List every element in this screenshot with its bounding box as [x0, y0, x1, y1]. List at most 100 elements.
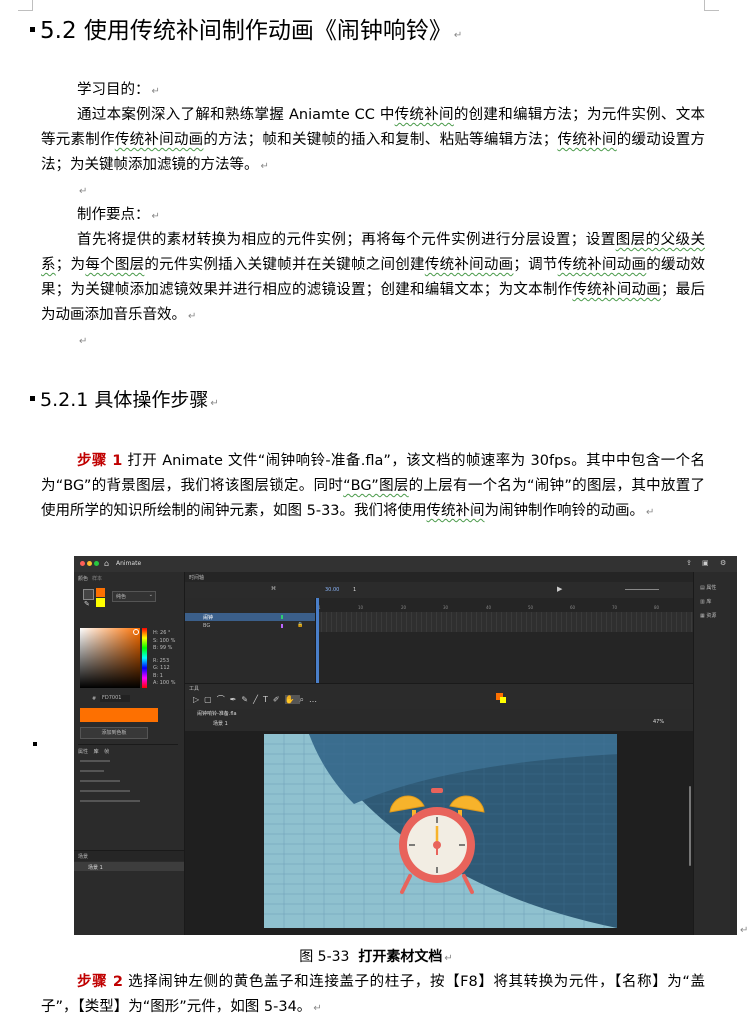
more-tools-icon[interactable]: … [309, 695, 322, 704]
empty-line: ↵ [79, 186, 88, 197]
figure-bullet [33, 742, 37, 746]
animate-screenshot: ⌂ Animate ⇪ ▣ ⚙ 颜色 样本 ✎ 纯色 ⌄ H: 26 ° S: 1… [74, 556, 737, 935]
hex-input[interactable]: FD7001 [100, 695, 130, 702]
play-icon[interactable]: ▶ [557, 585, 562, 593]
props-placeholder [80, 756, 150, 816]
layer-color-chip [281, 624, 283, 628]
dock-item-library[interactable]: ▥ 库 [700, 598, 711, 605]
hand-tool-icon[interactable]: ✋ [284, 695, 300, 704]
points-paragraph: 首先将提供的素材转换为相应的元件实例；再将每个元件实例进行分层设置；设置图层的父… [41, 232, 706, 323]
hex-label: # [92, 696, 97, 702]
frame-ruler: 1 10 20 30 40 50 60 70 80 [318, 605, 660, 610]
frame-grid[interactable] [316, 612, 693, 632]
stroke-icon[interactable] [83, 589, 94, 600]
scene-item-label: 场景 1 [88, 865, 103, 871]
color-mode-value: 纯色 [116, 594, 127, 600]
hsb-values: H: 26 ° S: 100 % B: 99 % R: 253 G: 112 B: 1 … [153, 630, 176, 686]
corner-mark-left [18, 0, 33, 11]
timeline-panel: 时间轴 ⌘ 30.00 1 ▶ 闹钟 BG 🔒 1 10 20 30 40 50 60 70 8… [185, 572, 693, 683]
hue-slider[interactable] [142, 628, 147, 688]
scene-item[interactable]: 场景 1 [74, 862, 184, 871]
library-icon: ▥ [700, 599, 705, 605]
onion-icon[interactable]: ⌘ [271, 586, 276, 592]
selection-tool-icon[interactable]: ▷ [193, 695, 204, 704]
layer-list: 闹钟 BG 🔒 [185, 598, 316, 683]
tab-frame[interactable]: 帧 [104, 749, 109, 755]
step1-paragraph: 步骤 1 打开 Animate 文件“闹钟响铃-准备.fla”，该文档的帧速率为… [41, 453, 706, 519]
playhead[interactable] [316, 598, 319, 683]
tab-library[interactable]: 库 [94, 749, 99, 755]
close-dot[interactable] [80, 561, 85, 566]
corner-mark-right [704, 0, 719, 11]
minimize-dot[interactable] [87, 561, 92, 566]
stroke-swatch[interactable] [96, 588, 105, 597]
points-label: 制作要点： ↵ [77, 207, 160, 223]
tools-title: 工具 [189, 686, 200, 692]
goal-paragraph: 通过本案例深入了解和熟练掌握 Aniamte CC 中传统补间的创建和编辑方法；… [41, 107, 706, 173]
dock-item-assets[interactable]: ▦ 资源 [700, 612, 716, 619]
home-icon[interactable]: ⌂ [104, 559, 109, 568]
heading-bullet [30, 396, 35, 401]
right-dock: ▤ 属性 ▥ 库 ▦ 资源 [693, 572, 737, 935]
scene-panel-title: 场景 [78, 854, 89, 860]
pen-tool-icon[interactable]: ✒ [230, 695, 242, 704]
layer-row[interactable]: BG 🔒 [185, 622, 315, 630]
stage-scrollbar[interactable] [689, 786, 691, 866]
layout-icon[interactable]: ▣ [702, 559, 709, 567]
fill-color-chip[interactable] [500, 697, 506, 703]
add-swatch-label: 添加到色板 [101, 730, 127, 736]
zoom-input[interactable]: 47% [653, 719, 664, 725]
lasso-tool-icon[interactable]: ⌒ [217, 695, 230, 704]
layer-name-bg: BG [203, 623, 211, 629]
color-preview [80, 708, 158, 722]
pencil-icon: ✎ [84, 600, 90, 608]
subselect-tool-icon[interactable]: ▢ [204, 695, 217, 704]
properties-icon: ▤ [700, 585, 705, 591]
tab-swatches[interactable]: 样本 [92, 575, 102, 582]
scene-selector[interactable]: 场景 1 [213, 720, 228, 727]
timeline-toolbar: ⌘ 30.00 1 ▶ [185, 582, 693, 598]
zoom-tool-icon[interactable]: ⌕ [300, 695, 309, 704]
document-bar: 闹钟响铃-准备.fla 场景 1 47% [185, 709, 693, 731]
props-tabs: 属性 库 帧 [78, 744, 178, 755]
stage-canvas[interactable] [264, 734, 617, 928]
timeline-title: 时间轴 [189, 575, 205, 581]
app-titlebar: ⌂ Animate ⇪ ▣ ⚙ [74, 556, 737, 572]
text-tool-icon[interactable]: T [263, 695, 273, 704]
dock-item-properties[interactable]: ▤ 属性 [700, 584, 716, 591]
doc-tab[interactable]: 闹钟响铃-准备.fla [197, 710, 237, 717]
section-heading: 5.2 使用传统补间制作动画《闹钟响铃》 ↵ [30, 14, 462, 53]
eyedropper-tool-icon[interactable]: ✐ [273, 695, 285, 704]
fill-swatch[interactable] [96, 598, 105, 607]
tab-properties[interactable]: 属性 [78, 749, 88, 755]
zoom-slider[interactable] [625, 589, 659, 590]
color-mode-select[interactable]: 纯色 ⌄ [112, 591, 156, 602]
lock-icon[interactable]: 🔒 [297, 622, 303, 628]
chevron-down-icon: ⌄ [148, 592, 153, 598]
subsection-heading: 5.2.1 具体操作步骤 ↵ [30, 386, 219, 418]
fps-value[interactable]: 30.00 [325, 587, 339, 593]
heading-bullet [30, 27, 35, 32]
step2-paragraph: 步骤 2 选择闹钟左侧的黄色盖子和连接盖子的柱子，按【F8】将其转换为元件，【名… [41, 974, 705, 1015]
line-tool-icon[interactable]: ╱ [253, 695, 263, 704]
tab-color[interactable]: 颜色 [78, 575, 88, 582]
empty-line: ↵ [79, 336, 88, 347]
layer-color-chip [281, 615, 283, 619]
layer-name-clock: 闹钟 [203, 615, 214, 621]
tools-bar: 工具 ▷▢⌒✒✎╱T✐✋⌕… [185, 683, 693, 710]
scene-panel-header: 场景 [74, 850, 184, 861]
tool-icons: ▷▢⌒✒✎╱T✐✋⌕… [193, 694, 322, 705]
app-name: Animate [116, 560, 142, 567]
color-picker-field[interactable] [80, 628, 140, 688]
share-icon[interactable]: ⇪ [686, 559, 692, 567]
figure-caption: 图 5-33 打开素材文档 ↵ [299, 949, 453, 965]
picker-handle[interactable] [133, 629, 139, 635]
figure-return-mark: ↵ [740, 925, 749, 936]
zoom-dot[interactable] [94, 561, 99, 566]
frame-value[interactable]: 1 [353, 587, 356, 593]
assets-icon: ▦ [700, 613, 705, 619]
brush-tool-icon[interactable]: ✎ [241, 695, 253, 704]
settings-icon[interactable]: ⚙ [720, 559, 726, 567]
layer-row-active[interactable]: 闹钟 [185, 613, 315, 621]
add-swatch-button[interactable]: 添加到色板 [80, 727, 148, 739]
